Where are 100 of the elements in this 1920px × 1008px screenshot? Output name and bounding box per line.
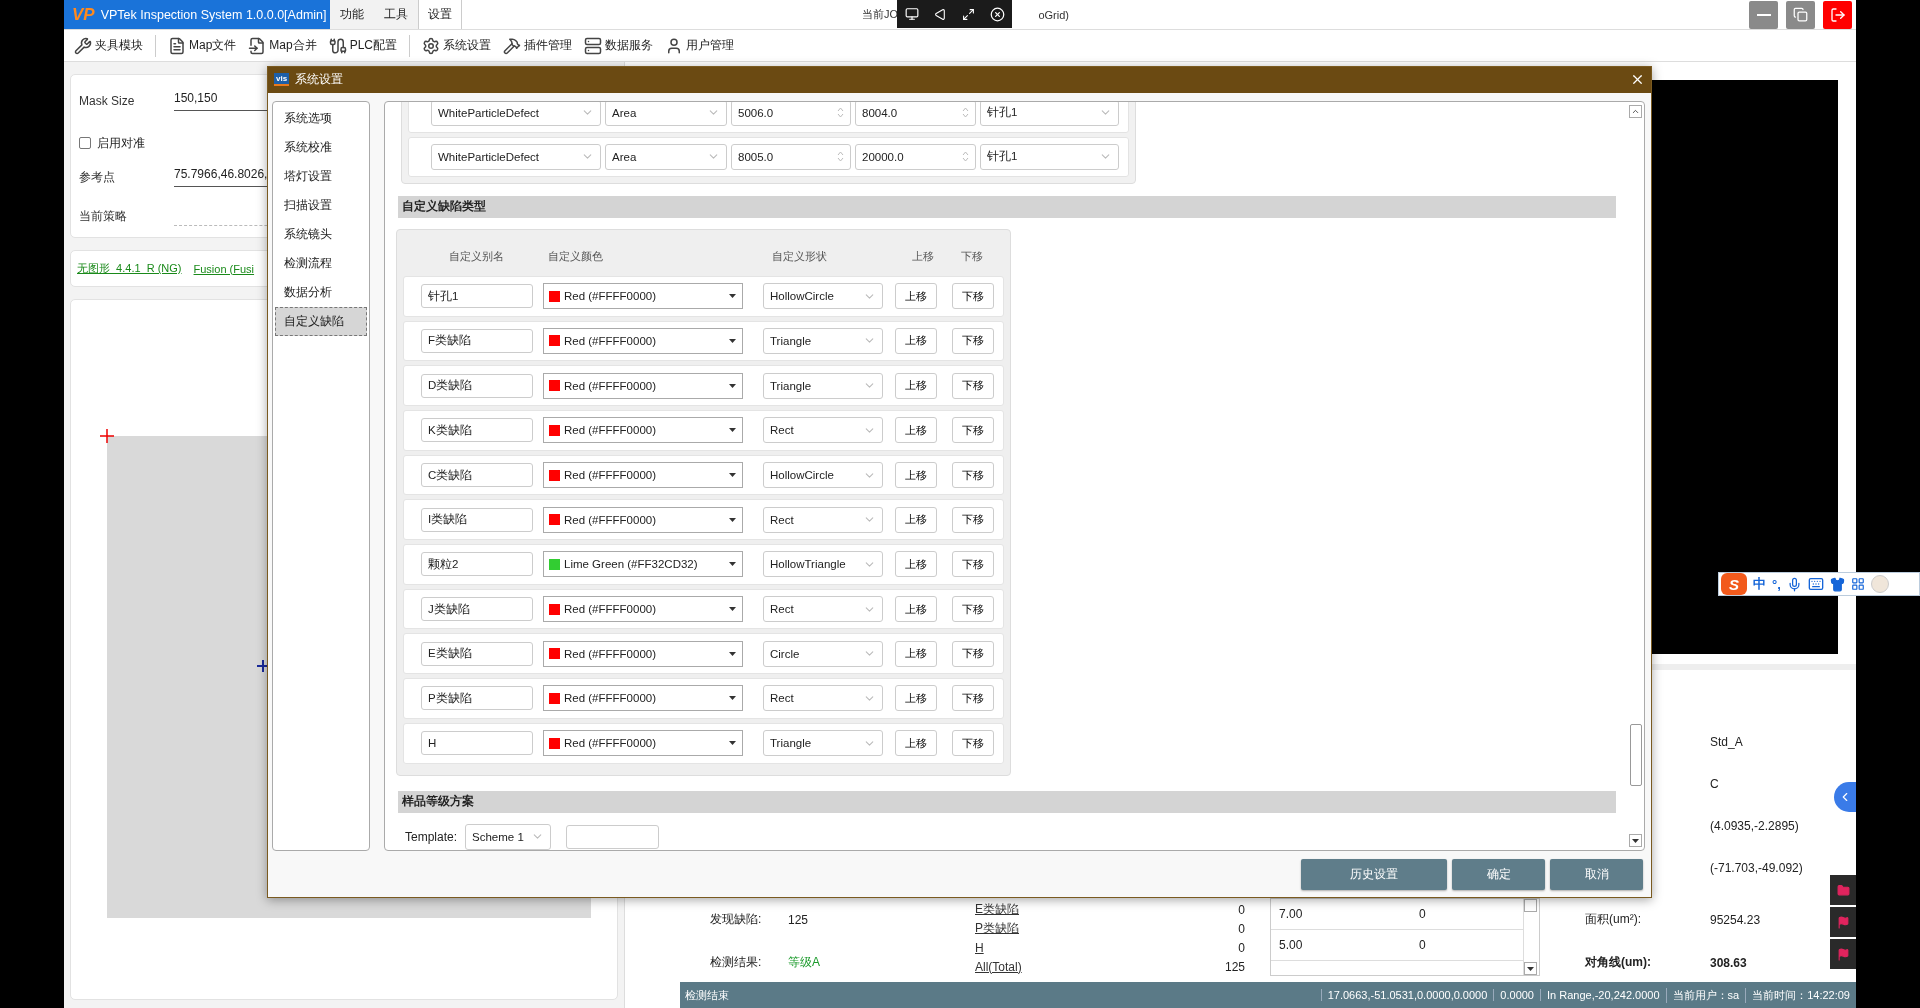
shape-dropdown[interactable]: Rect (763, 596, 883, 623)
color-dropdown[interactable]: Red (#FFFF0000) (543, 327, 743, 354)
alias-field[interactable]: E类缺陷 (421, 641, 533, 666)
alias-field[interactable]: H (421, 731, 533, 756)
defect-link[interactable]: E类缺陷 (975, 901, 1225, 918)
nav-item[interactable]: 塔灯设置 (275, 161, 367, 191)
dropdown[interactable]: WhiteParticleDefect (431, 101, 601, 126)
scroll-down-button[interactable] (1629, 834, 1642, 848)
number-field[interactable]: 20000.0 (855, 143, 976, 170)
shape-dropdown[interactable]: HollowCircle (763, 462, 883, 489)
toolbar-button[interactable]: PLC配置 (328, 36, 398, 55)
move-up-button[interactable]: 上移 (895, 462, 937, 489)
alias-field[interactable]: P类缺陷 (421, 686, 533, 711)
minimize-button[interactable] (1749, 0, 1778, 29)
menu-tab[interactable]: 功能 (330, 0, 374, 29)
input-field[interactable] (566, 824, 660, 849)
nav-item[interactable]: 系统选项 (275, 103, 367, 133)
color-dropdown[interactable]: Red (#FFFF0000) (543, 506, 743, 533)
move-down-button[interactable]: 下移 (952, 283, 994, 310)
move-up-button[interactable]: 上移 (895, 640, 937, 667)
move-up-button[interactable]: 上移 (895, 506, 937, 533)
shape-dropdown[interactable]: Triangle (763, 327, 883, 354)
dialog-button[interactable]: 取消 (1550, 858, 1643, 890)
side-button[interactable] (1830, 939, 1856, 969)
shape-dropdown[interactable]: HollowTriangle (763, 551, 883, 578)
toolbar-button[interactable]: Map文件 (168, 36, 237, 55)
move-up-button[interactable]: 上移 (895, 327, 937, 354)
shirt-icon[interactable] (1829, 576, 1845, 592)
number-field[interactable]: 8005.0 (731, 143, 851, 170)
color-dropdown[interactable]: Red (#FFFF0000) (543, 283, 743, 310)
punctuation-toggle[interactable]: °, (1772, 576, 1781, 592)
arrow-icon[interactable] (933, 7, 947, 21)
color-dropdown[interactable]: Red (#FFFF0000) (543, 596, 743, 623)
toolbar-button[interactable]: Map合并 (248, 36, 317, 55)
nav-item[interactable]: 系统校准 (275, 132, 367, 162)
shape-dropdown[interactable]: Rect (763, 417, 883, 444)
resize-icon[interactable] (961, 7, 975, 21)
menu-tab[interactable]: 工具 (374, 0, 418, 29)
checkbox[interactable] (79, 137, 91, 149)
dropdown[interactable]: 针孔1 (980, 101, 1119, 126)
alias-field[interactable]: I类缺陷 (421, 507, 533, 532)
move-down-button[interactable]: 下移 (952, 640, 994, 667)
toolbar-button[interactable]: 用户管理 (665, 36, 735, 55)
menu-tab[interactable]: 设置 (418, 0, 462, 29)
ime-mode[interactable]: 中 (1753, 575, 1766, 593)
shape-dropdown[interactable]: Triangle (763, 730, 883, 757)
number-field[interactable]: 5006.0 (731, 101, 851, 126)
dropdown[interactable]: 针孔1 (980, 143, 1119, 170)
scroll-track[interactable] (1524, 899, 1537, 912)
template-dropdown[interactable]: Scheme 1 (465, 823, 552, 850)
result-link[interactable]: Fusion (Fusi (193, 262, 255, 275)
exit-button[interactable] (1823, 0, 1852, 29)
scroll-down-button[interactable] (1524, 962, 1537, 975)
grid-icon[interactable] (1850, 577, 1865, 591)
nav-item[interactable]: 自定义缺陷 (275, 306, 367, 336)
scroll-up-button[interactable] (1629, 104, 1642, 118)
nav-item[interactable]: 扫描设置 (275, 190, 367, 220)
dialog-button[interactable]: 历史设置 (1301, 858, 1447, 890)
nav-item[interactable]: 系统镜头 (275, 219, 367, 249)
side-button[interactable] (1830, 907, 1856, 937)
move-down-button[interactable]: 下移 (952, 417, 994, 444)
alias-field[interactable]: 针孔1 (421, 284, 533, 309)
move-up-button[interactable]: 上移 (895, 685, 937, 712)
color-dropdown[interactable]: Red (#FFFF0000) (543, 417, 743, 444)
scroll-thumb[interactable] (1629, 723, 1642, 786)
number-field[interactable]: 8004.0 (855, 101, 976, 126)
move-up-button[interactable]: 上移 (895, 596, 937, 623)
move-up-button[interactable]: 上移 (895, 372, 937, 399)
color-dropdown[interactable]: Red (#FFFF0000) (543, 730, 743, 757)
shape-dropdown[interactable]: Triangle (763, 372, 883, 399)
nav-item[interactable]: 检测流程 (275, 248, 367, 278)
close-icon[interactable] (989, 6, 1005, 22)
keyboard-icon[interactable] (1807, 576, 1824, 592)
dropdown[interactable]: WhiteParticleDefect (431, 143, 601, 170)
move-down-button[interactable]: 下移 (952, 327, 994, 354)
defect-link[interactable]: All(Total) (975, 959, 1225, 974)
shape-dropdown[interactable]: Rect (763, 506, 883, 533)
move-down-button[interactable]: 下移 (952, 730, 994, 757)
toolbar-button[interactable]: 插件管理 (503, 36, 573, 55)
nav-item[interactable]: 数据分析 (275, 277, 367, 307)
color-dropdown[interactable]: Red (#FFFF0000) (543, 372, 743, 399)
move-down-button[interactable]: 下移 (952, 685, 994, 712)
alias-field[interactable]: J类缺陷 (421, 597, 533, 622)
shape-dropdown[interactable]: Circle (763, 640, 883, 667)
restore-button[interactable] (1786, 0, 1815, 29)
toolbar-button[interactable]: 夹具模块 (74, 36, 143, 55)
dialog-button[interactable]: 确定 (1452, 858, 1545, 890)
color-dropdown[interactable]: Red (#FFFF0000) (543, 462, 743, 489)
toolbar-button[interactable]: 数据服务 (584, 36, 654, 55)
toolbar-button[interactable]: 系统设置 (422, 36, 492, 55)
alias-field[interactable]: D类缺陷 (421, 373, 533, 398)
move-up-button[interactable]: 上移 (895, 551, 937, 578)
side-button[interactable] (1830, 875, 1856, 905)
shape-dropdown[interactable]: Rect (763, 685, 883, 712)
dropdown[interactable]: Area (605, 143, 727, 170)
defect-link[interactable]: H (975, 940, 1225, 955)
move-up-button[interactable]: 上移 (895, 417, 937, 444)
move-up-button[interactable]: 上移 (895, 283, 937, 310)
shape-dropdown[interactable]: HollowCircle (763, 283, 883, 310)
alias-field[interactable]: K类缺陷 (421, 418, 533, 443)
